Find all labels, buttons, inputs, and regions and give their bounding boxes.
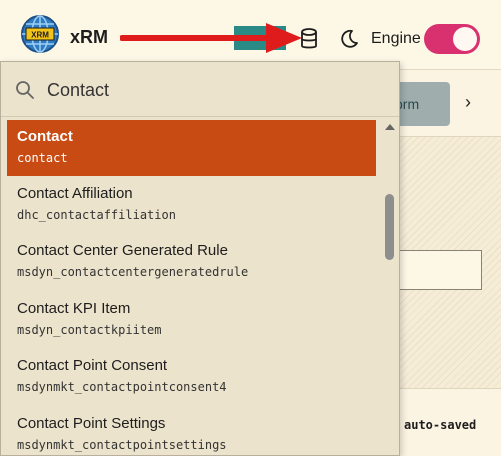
list-item[interactable]: Contact Affiliation dhc_contactaffiliati… (7, 177, 376, 233)
chevron-right-icon: › (465, 92, 471, 112)
logo-text: XRM (31, 31, 49, 40)
item-title: Contact Center Generated Rule (17, 242, 228, 259)
list-item[interactable]: Contact Point Consent msdynmkt_contactpo… (7, 349, 376, 405)
moon-icon[interactable] (338, 28, 360, 50)
item-logical-name: dhc_contactaffiliation (17, 208, 176, 222)
item-logical-name: msdyn_contactcentergeneratedrule (17, 265, 249, 279)
list-item[interactable]: Contact Center Generated Rule msdyn_cont… (7, 234, 376, 290)
item-title: Contact Affiliation (17, 185, 133, 202)
list-item[interactable]: Contact Point Settings msdynmkt_contactp… (7, 407, 376, 456)
search-icon (16, 81, 34, 99)
next-button[interactable]: › (455, 82, 485, 126)
entity-dropdown: Contact contact Contact Affiliation dhc_… (0, 61, 400, 456)
entity-list: Contact contact Contact Affiliation dhc_… (1, 120, 381, 456)
globe-logo-icon[interactable]: XRM (20, 14, 60, 54)
background-input[interactable] (398, 250, 482, 290)
toggle-knob (453, 27, 477, 51)
list-item[interactable]: Contact KPI Item msdyn_contactkpiitem (7, 292, 376, 348)
item-logical-name: msdyn_contactkpiitem (17, 323, 162, 337)
database-icon[interactable] (297, 27, 321, 51)
item-title: Contact (17, 128, 73, 145)
item-title: Contact Point Consent (17, 357, 168, 374)
autosaved-status: auto-saved (404, 418, 477, 432)
app-header: XRM xRM Engine (0, 0, 501, 70)
app-name: xRM (70, 27, 109, 47)
background-divider (398, 388, 501, 389)
item-logical-name: msdynmkt_contactpointsettings (17, 438, 227, 452)
list-item[interactable]: Contact contact (7, 120, 376, 176)
search-box (1, 62, 399, 117)
list-scrollbar[interactable] (382, 120, 397, 456)
arrow-annotation (120, 23, 302, 53)
engine-label: Engine (371, 30, 421, 47)
engine-toggle[interactable] (424, 24, 480, 54)
item-title: Contact KPI Item (17, 300, 131, 317)
item-title: Contact Point Settings (17, 415, 166, 432)
item-logical-name: contact (17, 151, 68, 165)
scrollbar-thumb[interactable] (385, 194, 394, 260)
scroll-up-arrow-icon[interactable] (385, 124, 395, 130)
item-logical-name: msdynmkt_contactpointconsent4 (17, 380, 227, 394)
search-input[interactable] (47, 78, 377, 102)
